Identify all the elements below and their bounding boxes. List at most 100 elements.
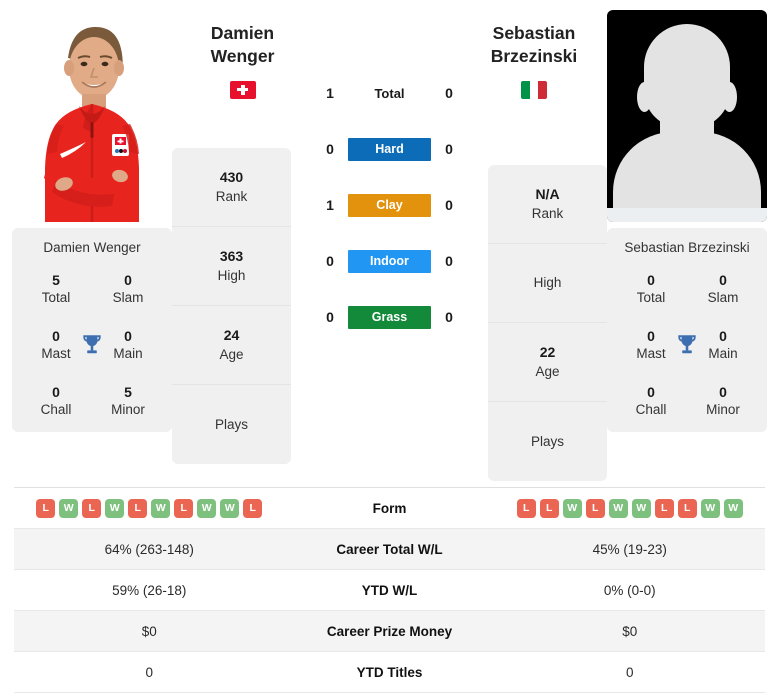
player-comparison-page: Damien Wenger 5 Total 0 Slam 0 Mast 0 Ma… (0, 0, 779, 699)
surface-row-clay: 1 Clay 0 (297, 177, 482, 233)
left-player-last-name: Wenger (210, 46, 275, 67)
right-career-total-wl: 45% (19-23) (592, 541, 667, 557)
right-age-label: Age (535, 364, 560, 380)
right-high-label: High (533, 275, 562, 291)
right-titles-total-label: Total (636, 289, 666, 305)
surface-row-hard: 0 Hard 0 (297, 121, 482, 177)
right-titles-minor-value: 0 (719, 384, 727, 401)
right-form-badge: W (608, 498, 628, 518)
left-high-value: 363 (219, 248, 244, 265)
right-form-badge: L (539, 498, 559, 518)
left-titles-chall-value: 0 (52, 384, 60, 401)
clay-left-score: 1 (326, 197, 334, 213)
career-total-wl-label: Career Total W/L (336, 541, 443, 557)
left-player-photo[interactable] (12, 10, 172, 222)
right-form-cell: LLWLWWLLWW (495, 498, 766, 518)
left-form-cell: LWLWLWLWWL (14, 498, 285, 518)
left-form-badge: L (243, 498, 263, 518)
avatar-placeholder-body (613, 132, 761, 208)
trophy-icon (83, 334, 101, 353)
right-rank-label: Rank (531, 206, 564, 222)
table-row-form: LWLWLWLWWL Form LLWLWWLLWW (14, 488, 765, 529)
swiss-flag-icon (229, 80, 256, 99)
hard-bar[interactable]: Hard (348, 137, 431, 161)
left-form-badge: W (151, 498, 171, 518)
right-form-badge: L (585, 498, 605, 518)
left-age-cell: 24 Age (172, 306, 291, 385)
left-form-badge: L (82, 498, 102, 518)
right-form-badge: W (562, 498, 582, 518)
left-titles-total-value: 5 (52, 272, 60, 288)
ytd-wl-label: YTD W/L (361, 582, 418, 598)
hard-right-score: 0 (445, 141, 453, 157)
right-form-badge: L (516, 498, 536, 518)
left-titles-slam-value: 0 (124, 272, 132, 288)
grass-left-score: 0 (326, 309, 334, 325)
avatar-placeholder-ear-right (722, 82, 737, 112)
right-titles-slam-value: 0 (719, 272, 727, 288)
right-titles-chall-value: 0 (647, 384, 655, 401)
right-career-prize-money: $0 (622, 623, 638, 639)
right-player-stats-card: N/A Rank High 22 Age Plays (488, 165, 607, 481)
left-age-value: 24 (223, 327, 240, 344)
right-player-titles-card: Sebastian Brzezinski 0 Total 0 Slam 0 Ma… (607, 228, 767, 433)
right-rank-cell: N/A Rank (488, 165, 607, 244)
table-row-ytd-titles: 0 YTD Titles 0 (14, 652, 765, 693)
right-form-badge: W (723, 498, 743, 518)
total-bar-label: Total (374, 85, 405, 101)
indoor-bar[interactable]: Indoor (348, 249, 431, 273)
hard-left-score: 0 (326, 141, 334, 157)
right-player-column: Sebastian Brzezinski 0 Total 0 Slam 0 Ma… (607, 10, 767, 433)
clay-right-score: 0 (445, 197, 453, 213)
right-plays-label: Plays (530, 433, 564, 449)
right-titles-total: 0 Total (615, 271, 687, 306)
left-form-strip: LWLWLWLWWL (14, 498, 285, 518)
career-prize-money-label: Career Prize Money (326, 623, 453, 639)
right-titles-chall: 0 Chall (615, 383, 687, 418)
left-high-label: High (217, 268, 246, 284)
right-player-last-name: Brzezinski (490, 46, 578, 67)
left-player-first-name: Damien (210, 23, 275, 43)
right-age-value: 22 (539, 344, 556, 361)
grass-bar[interactable]: Grass (348, 305, 431, 329)
right-player-first-name: Sebastian (492, 23, 576, 43)
left-form-badge: L (174, 498, 194, 518)
left-rank-label: Rank (215, 189, 248, 205)
player-portrait-image (12, 10, 172, 222)
right-form-badge: L (654, 498, 674, 518)
indoor-left-score: 0 (326, 253, 334, 269)
left-high-cell: 363 High (172, 227, 291, 306)
right-titles-chall-label: Chall (635, 402, 667, 418)
avatar-placeholder-head (644, 24, 730, 128)
left-form-badge: L (128, 498, 148, 518)
surface-row-total: 1 Total 0 (297, 65, 482, 121)
right-form-badge: W (631, 498, 651, 518)
table-row-ytd-wl: 59% (26-18) YTD W/L 0% (0-0) (14, 570, 765, 611)
comparison-header: Damien Wenger 5 Total 0 Slam 0 Mast 0 Ma… (0, 0, 779, 481)
clay-bar[interactable]: Clay (348, 193, 431, 217)
total-left-score: 1 (326, 85, 334, 101)
left-titles-grid: 5 Total 0 Slam 0 Mast 0 Main 0 Chall 5 M… (20, 271, 164, 418)
surface-row-grass: 0 Grass 0 (297, 289, 482, 345)
left-rank-cell: 430 Rank (172, 148, 291, 227)
trophy-icon (678, 334, 696, 353)
right-age-cell: 22 Age (488, 323, 607, 402)
right-plays-cell: Plays (488, 402, 607, 481)
right-player-photo[interactable] (607, 10, 767, 222)
left-form-badge: W (105, 498, 125, 518)
right-ytd-wl: 0% (0-0) (603, 582, 656, 598)
right-titles-grid: 0 Total 0 Slam 0 Mast 0 Main 0 Chall 0 M… (615, 271, 759, 418)
indoor-right-score: 0 (445, 253, 453, 269)
left-titles-slam: 0 Slam (92, 271, 164, 306)
left-player-titles-card: Damien Wenger 5 Total 0 Slam 0 Mast 0 Ma… (12, 228, 172, 433)
avatar-placeholder-ear-left (637, 82, 652, 112)
left-career-total-wl: 64% (263-148) (104, 541, 194, 557)
avatar-placeholder-base (607, 208, 767, 222)
left-form-badge: W (220, 498, 240, 518)
right-high-cell: High (488, 244, 607, 323)
table-row-career-prize-money: $0 Career Prize Money $0 (14, 611, 765, 652)
right-player-card-name: Sebastian Brzezinski (624, 240, 750, 255)
right-titles-slam-label: Slam (707, 289, 739, 305)
left-player-card-name: Damien Wenger (43, 240, 141, 255)
left-ytd-titles: 0 (145, 664, 153, 680)
